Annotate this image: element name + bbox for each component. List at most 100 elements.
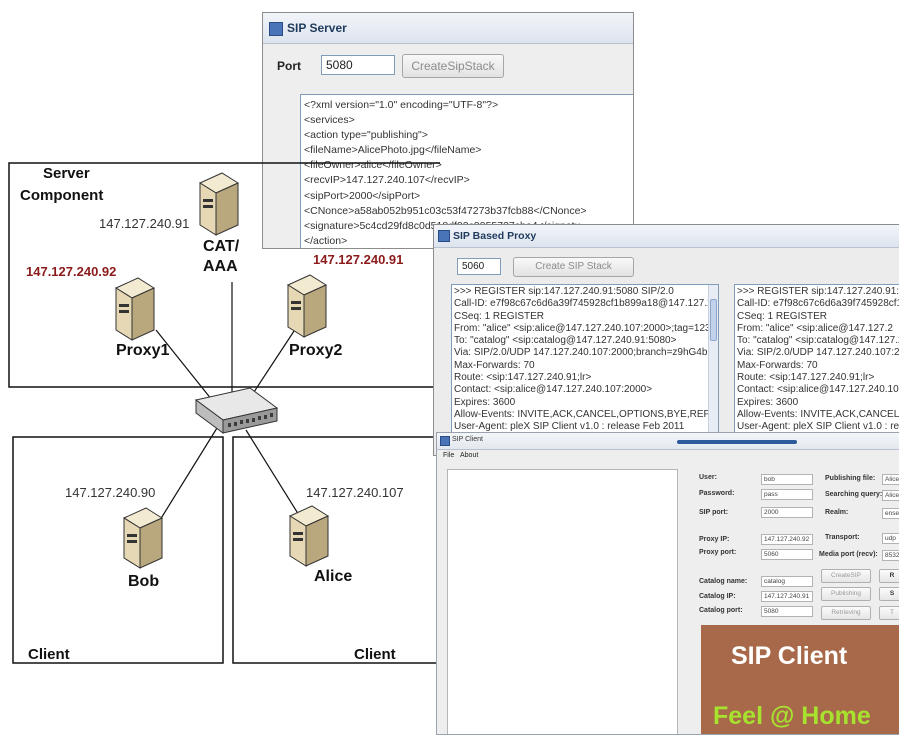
proxy-log-right[interactable]: >>> REGISTER sip:147.127.240.91:50 Call-I… [734, 284, 899, 454]
searching-query-label: Searching query: [825, 491, 883, 498]
link-bob-switch [159, 427, 218, 521]
proxy2-server-icon [286, 274, 328, 338]
log-line: Route: <sip:147.127.240.91;lr> [737, 372, 875, 384]
proxy-log-left[interactable]: >>> REGISTER sip:147.127.240.91:5080 SIP… [451, 284, 719, 454]
transport-label: Transport: [825, 534, 860, 541]
log-line: Max-Forwards: 70 [454, 359, 535, 371]
menu-file[interactable]: File [443, 452, 454, 459]
client-log-area[interactable] [447, 469, 678, 734]
create-sip-stack-button[interactable]: Create SIP Stack [513, 257, 634, 277]
proxy2-ip: 147.127.240.91 [313, 252, 404, 267]
catalog-name-field[interactable]: catalog [761, 576, 813, 587]
title-progress-bar [677, 440, 797, 444]
log-line: Via: SIP/2.0/UDP 147.127.240.107:2000;br… [454, 347, 719, 359]
publishing-file-field[interactable]: Alice [882, 474, 899, 485]
proxy-port-input[interactable]: 5060 [457, 258, 501, 275]
bob-computer-icon [122, 507, 164, 569]
log-line: Max-Forwards: 70 [737, 359, 818, 371]
publishing-file-label: Publishing file: [825, 475, 876, 482]
proxy1-server-icon [114, 277, 156, 341]
proxy1-ip: 147.127.240.92 [26, 264, 117, 279]
sip-port-label: SIP port: [699, 509, 729, 516]
sip-client-banner: SIP Client Feel @ Home [701, 625, 899, 734]
client-box-right [232, 436, 440, 664]
sip-proxy-titlebar: SIP Based Proxy [434, 225, 899, 248]
scrollbar-thumb[interactable] [710, 299, 717, 341]
alice-label: Alice [314, 568, 353, 585]
s-button[interactable]: S [879, 587, 899, 601]
proxy-log-right-lines: >>> REGISTER sip:147.127.240.91:50 Call-I… [737, 286, 899, 434]
link-proxy1-switch [155, 329, 213, 401]
log-line: Call-ID: e7f98c67c6d6a39f745928cf1b899a1… [454, 298, 719, 310]
proxy-ip-label: Proxy IP: [699, 536, 730, 543]
log-line: To: "catalog" <sip:catalog@147.127.240.9… [454, 335, 677, 347]
alice-computer-icon [288, 505, 330, 567]
link-alice-switch [245, 429, 303, 521]
proxy-port-field[interactable]: 5060 [761, 549, 813, 560]
user-field[interactable]: bob [761, 474, 813, 485]
publishing-button[interactable]: Publishing [821, 587, 871, 601]
log-line: Expires: 3600 [454, 396, 516, 408]
banner-title: SIP Client [731, 642, 848, 670]
user-label: User: [699, 474, 717, 481]
java-app-icon [440, 436, 450, 446]
catalog-port-label: Catalog port: [699, 607, 743, 614]
sip-client-window: SIP Client File About User: bob Password… [436, 432, 899, 735]
catalog-name-label: Catalog name: [699, 578, 748, 585]
t-button[interactable]: T [879, 606, 899, 620]
bob-ip: 147.127.240.90 [65, 485, 156, 500]
cat-aaa-label-line2: AAA [203, 258, 238, 275]
proxy-log-left-lines: >>> REGISTER sip:147.127.240.91:5080 SIP… [454, 286, 718, 434]
transport-select[interactable]: udp [882, 533, 899, 544]
create-sip-button[interactable]: CreateSIP [821, 569, 871, 583]
log-line: Allow-Events: INVITE,ACK,CANCEL,OPTIONS,… [454, 408, 719, 420]
realm-field[interactable]: ense [882, 508, 899, 519]
client-box-left [12, 436, 224, 664]
r-button[interactable]: R [879, 569, 899, 583]
sip-proxy-title: SIP Based Proxy [453, 230, 537, 242]
searching-query-field[interactable]: Alice [882, 490, 899, 501]
media-port-field[interactable]: 8532 [882, 550, 899, 561]
menu-about[interactable]: About [460, 452, 478, 459]
log-line: CSeq: 1 REGISTER [737, 310, 828, 322]
retrieving-button[interactable]: Retrieving [821, 606, 871, 620]
log-line: From: "alice" <sip:alice@147.127.2 [737, 322, 893, 334]
proxy2-label: Proxy2 [289, 342, 343, 359]
log-line: Allow-Events: INVITE,ACK,CANCEL,OP [737, 408, 899, 420]
catalog-port-field[interactable]: 5080 [761, 606, 813, 617]
sip-port-field[interactable]: 2000 [761, 507, 813, 518]
log-line: >>> REGISTER sip:147.127.240.91:5080 SIP… [454, 286, 674, 297]
alice-ip: 147.127.240.107 [306, 485, 404, 500]
log-line: To: "catalog" <sip:catalog@147.127.24 [737, 335, 899, 347]
catalog-ip-label: Catalog IP: [699, 593, 736, 600]
log-line: CSeq: 1 REGISTER [454, 310, 545, 322]
media-port-label: Media port (recv): [819, 551, 878, 558]
vertical-scrollbar[interactable] [708, 285, 718, 453]
sip-proxy-window: SIP Based Proxy 5060 Create SIP Stack >>… [433, 224, 899, 456]
cat-aaa-ip: 147.127.240.91 [99, 216, 190, 231]
server-box-label-line1: Server [43, 165, 90, 182]
realm-label: Realm: [825, 509, 849, 516]
log-line: Expires: 3600 [737, 396, 799, 408]
cat-aaa-server-icon [198, 172, 240, 236]
log-line: Call-ID: e7f98c67c6d6a39f745928cf1b [737, 298, 899, 310]
log-line: Contact: <sip:alice@147.127.240.107:2000… [454, 384, 653, 396]
proxy-ip-field[interactable]: 147.127.240.92 [761, 534, 813, 545]
catalog-ip-field[interactable]: 147.127.240.91 [761, 591, 813, 602]
banner-subtitle: Feel @ Home [713, 702, 871, 730]
log-line: Route: <sip:147.127.240.91;lr> [454, 372, 592, 384]
sip-client-titlebar: SIP Client [437, 433, 899, 450]
sip-client-title: SIP Client [452, 436, 483, 443]
network-diagram [8, 162, 440, 664]
log-line: From: "alice" <sip:alice@147.127.240.107… [454, 322, 719, 334]
proxy-port-label: Proxy port: [699, 549, 737, 556]
log-line: Contact: <sip:alice@147.127.240.107:2 [737, 384, 899, 396]
bob-label: Bob [128, 573, 160, 590]
password-field[interactable]: pass [761, 489, 813, 500]
java-app-icon [438, 230, 450, 242]
server-box-label-line2: Component [20, 187, 104, 204]
log-line: >>> REGISTER sip:147.127.240.91:50 [737, 286, 899, 297]
client-box-label-right: Client [354, 646, 396, 663]
password-label: Password: [699, 490, 735, 497]
client-box-label-left: Client [28, 646, 70, 663]
